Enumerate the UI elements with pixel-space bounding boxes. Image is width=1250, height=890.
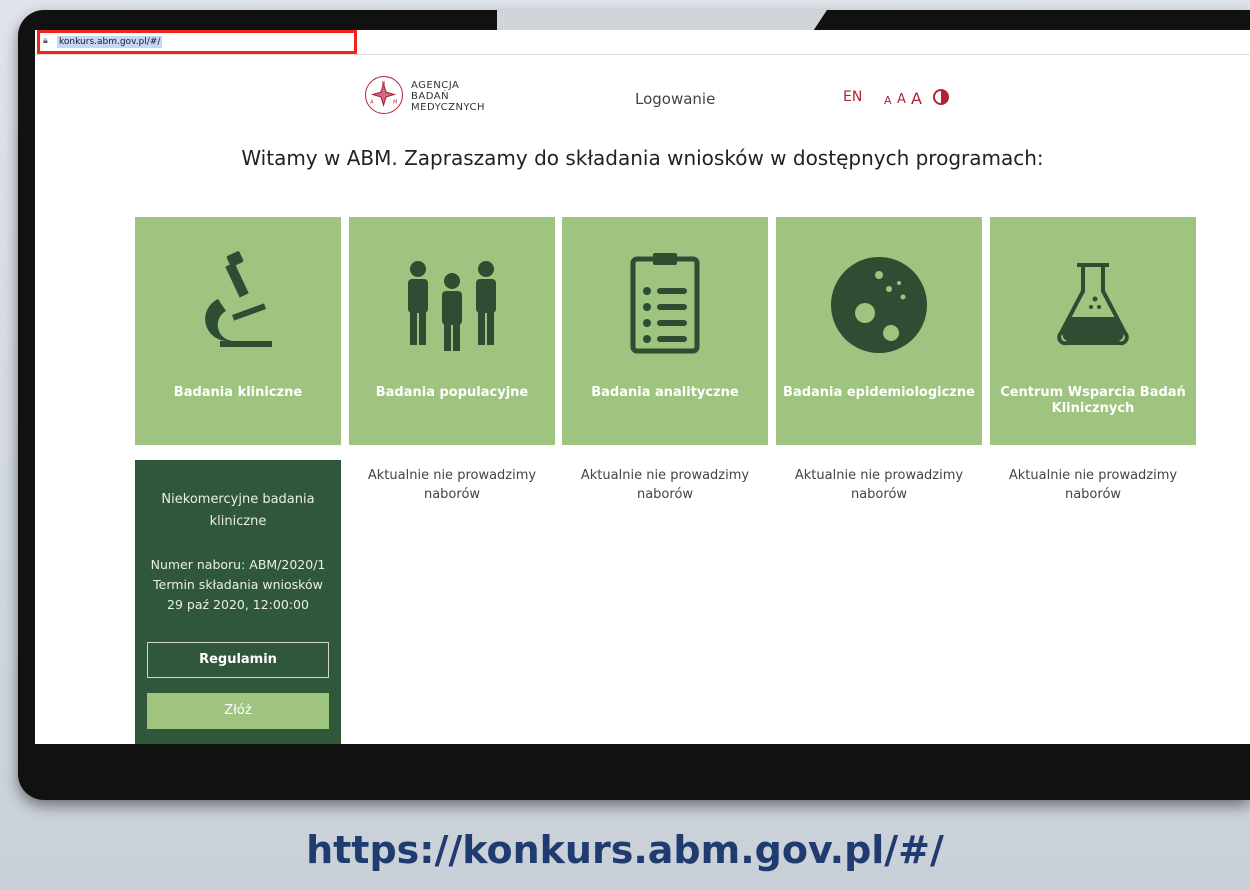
- deadline-date: 29 paź 2020, 12:00:00: [167, 597, 309, 612]
- welcome-heading: Witamy w ABM. Zapraszamy do składania wn…: [241, 146, 1044, 170]
- clipboard-icon: [630, 253, 700, 354]
- deadline-label: Termin składania wniosków: [153, 577, 323, 592]
- recruitment-panel: Niekomercyjne badania kliniczne Numer na…: [135, 460, 341, 744]
- abm-logo[interactable]: B A M AGENCJA BADAŃ MEDYCZNYCH: [365, 74, 525, 122]
- logo-line-3: MEDYCZNYCH: [411, 102, 486, 113]
- logo-line-2: BADAŃ: [411, 91, 450, 102]
- petri-dish-icon: [831, 257, 927, 353]
- tile-title: Badania analityczne: [591, 385, 739, 400]
- logo-letter-b: B: [382, 81, 385, 87]
- recruitment-number: Numer naboru: ABM/2020/1: [150, 557, 326, 572]
- microscope-icon: [205, 251, 272, 347]
- tile-badania-epidemiologiczne[interactable]: Badania epidemiologiczne: [776, 217, 982, 445]
- tile-title: Badania kliniczne: [173, 385, 303, 400]
- panel-title: Niekomercyjne badania kliniczne: [161, 492, 315, 529]
- no-recruitment-note: Aktualnie nie prowadzimy naborów: [1008, 468, 1178, 502]
- logo-letter-a: A: [370, 99, 374, 105]
- people-icon: [408, 261, 496, 351]
- font-size-medium-button[interactable]: A: [897, 92, 906, 107]
- browser-screen: 🔒︎ konkurs.abm.gov.pl/#/ B A M AGENCJA B…: [35, 30, 1250, 744]
- logo-line-1: AGENCJA: [411, 80, 460, 91]
- panel-info: Numer naboru: ABM/2020/1 Termin składani…: [135, 555, 341, 615]
- logo-letter-m: M: [393, 99, 397, 105]
- tile-title: Centrum Wsparcia Badań Klinicznych: [1000, 385, 1186, 416]
- tile-title: Badania populacyjne: [375, 385, 529, 400]
- tile-title: Badania epidemiologiczne: [783, 385, 975, 400]
- tile-badania-kliniczne[interactable]: Badania kliniczne: [135, 217, 341, 445]
- logo-text: AGENCJA BADAŃ MEDYCZNYCH: [411, 80, 485, 113]
- contrast-icon[interactable]: [933, 89, 949, 105]
- tile-badania-populacyjne[interactable]: Badania populacyjne: [349, 217, 555, 445]
- address-bar[interactable]: 🔒︎ konkurs.abm.gov.pl/#/: [35, 30, 1250, 55]
- language-switch[interactable]: EN: [843, 89, 862, 105]
- frame-decoration: [497, 10, 827, 30]
- font-size-large-button[interactable]: A: [911, 89, 922, 108]
- no-recruitment-note: Aktualnie nie prowadzimy naborów: [367, 468, 537, 502]
- logo-emblem-icon: B A M: [365, 76, 403, 114]
- url-caption: https://konkurs.abm.gov.pl/#/: [306, 828, 944, 872]
- login-link[interactable]: Logowanie: [635, 90, 715, 108]
- tile-badania-analityczne[interactable]: Badania analityczne: [562, 217, 768, 445]
- rules-button[interactable]: Regulamin: [147, 642, 329, 678]
- no-recruitment-note: Aktualnie nie prowadzimy naborów: [794, 468, 964, 502]
- no-recruitment-note: Aktualnie nie prowadzimy naborów: [580, 468, 750, 502]
- font-size-small-button[interactable]: A: [884, 94, 892, 107]
- tile-centrum-wsparcia[interactable]: Centrum Wsparcia Badań Klinicznych: [990, 217, 1196, 445]
- url-highlight-box: [37, 30, 357, 54]
- submit-button[interactable]: Złóż: [147, 693, 329, 729]
- flask-icon: [1057, 263, 1129, 346]
